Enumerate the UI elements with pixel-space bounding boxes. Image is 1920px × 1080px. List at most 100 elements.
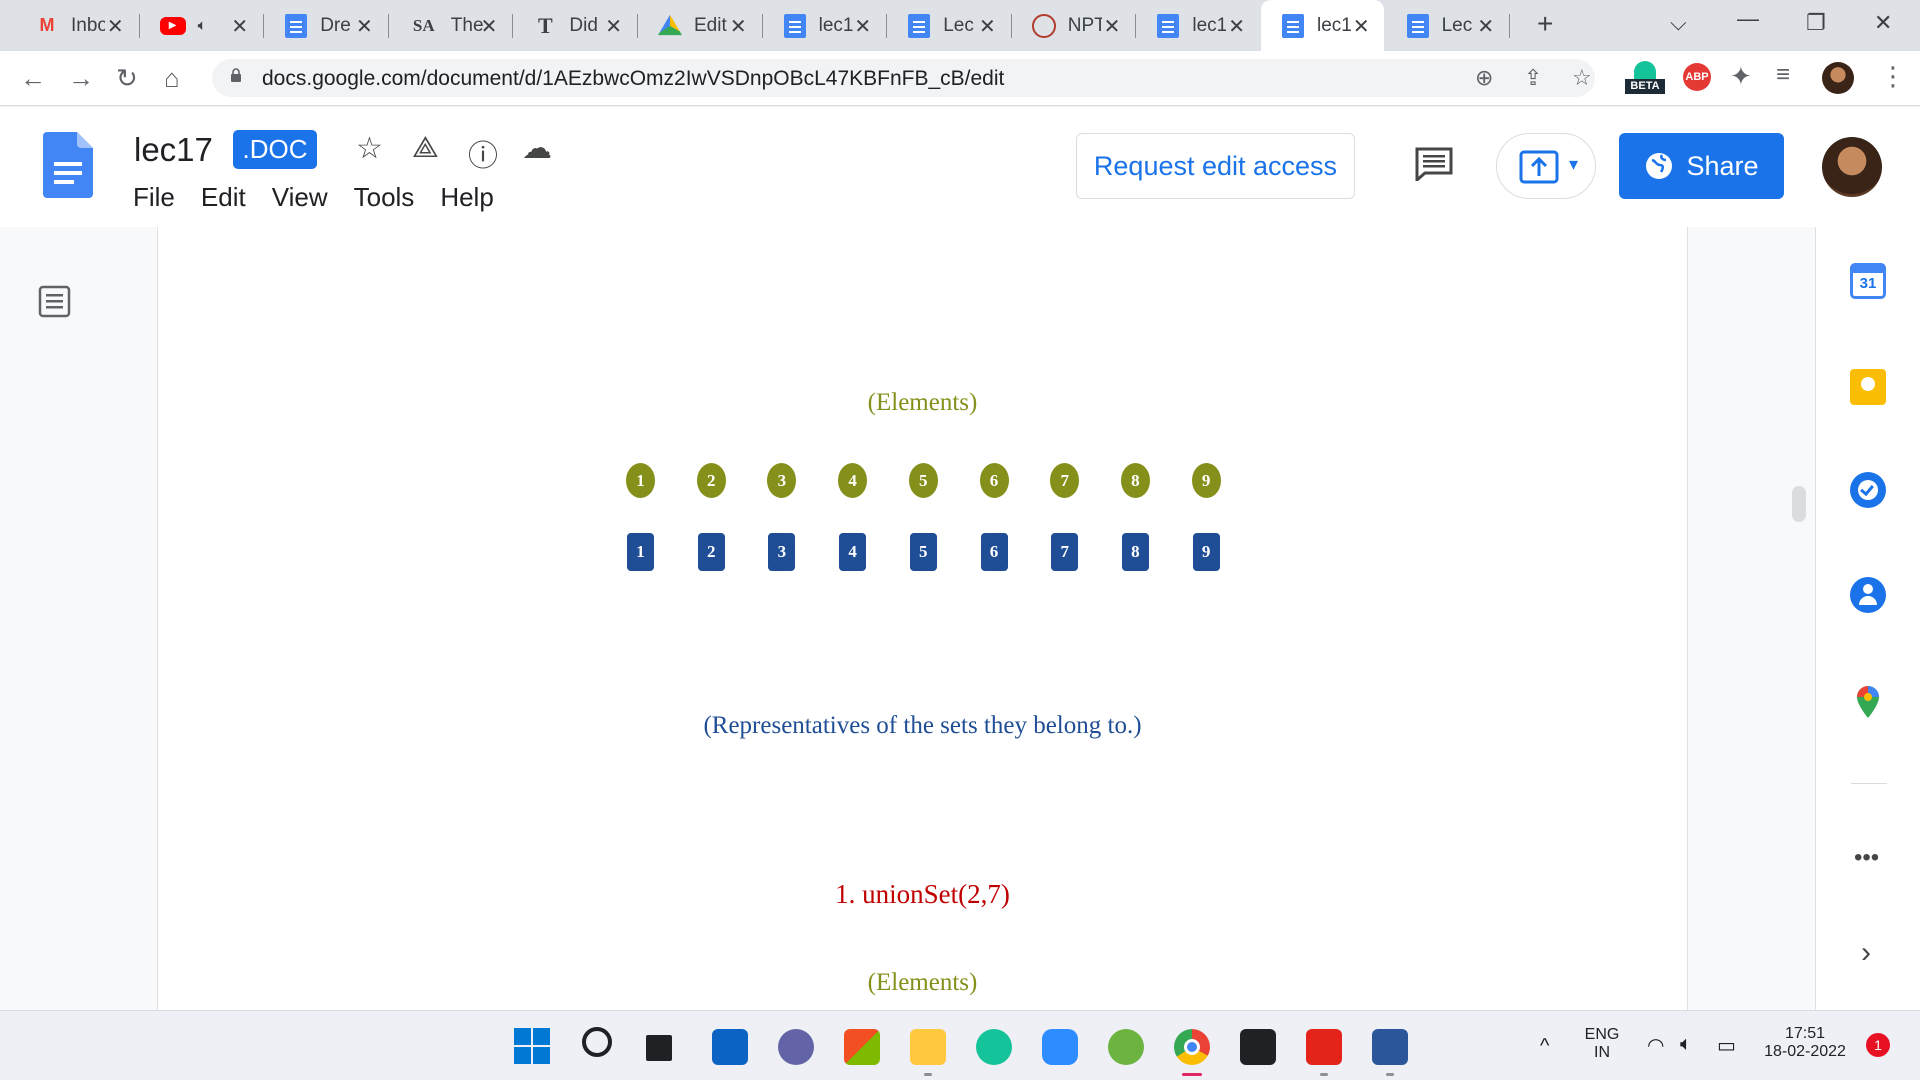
expand-panel-chevron-icon[interactable]: › [1861, 936, 1871, 970]
browser-tab[interactable]: Lec ✕ [887, 0, 1010, 51]
document-outline-icon[interactable] [38, 285, 71, 318]
close-tab-icon[interactable]: ✕ [605, 14, 622, 39]
calendar-icon[interactable]: 31 [1850, 263, 1886, 299]
menu-help[interactable]: Help [440, 182, 493, 213]
close-tab-icon[interactable]: ✕ [107, 14, 124, 39]
comment-history-icon[interactable] [1415, 147, 1453, 181]
language-code: ENG [1584, 1026, 1620, 1043]
wifi-icon[interactable]: ◠ [1647, 1033, 1664, 1058]
zoom-icon[interactable]: ⊕ [1475, 65, 1493, 91]
menu-file[interactable]: File [133, 182, 175, 213]
search-icon[interactable] [582, 1027, 612, 1057]
home-icon[interactable]: ⌂ [164, 63, 180, 94]
notification-badge[interactable]: 1 [1866, 1033, 1890, 1057]
task-view-icon[interactable] [646, 1035, 672, 1061]
close-tab-icon[interactable]: ✕ [231, 14, 248, 39]
close-tab-icon[interactable]: ✕ [1477, 14, 1494, 39]
menu-edit[interactable]: Edit [201, 182, 246, 213]
reload-icon[interactable]: ↻ [116, 63, 138, 94]
browser-tab[interactable]: Edit ✕ [638, 0, 761, 51]
menu-view[interactable]: View [272, 182, 328, 213]
close-window-button[interactable]: ✕ [1874, 10, 1892, 36]
music-app-icon[interactable] [1108, 1029, 1144, 1065]
hidden-icons-chevron-icon[interactable]: ^ [1540, 1035, 1549, 1058]
profile-avatar[interactable] [1822, 62, 1854, 94]
omnibox[interactable]: docs.google.com/document/d/1AEzbwcOmz2Iw… [212, 59, 1595, 97]
browser-tab[interactable]: ▶ 🔈︎ ✕ [140, 0, 263, 51]
file-explorer-icon[interactable] [910, 1029, 946, 1065]
browser-tab[interactable]: SA The ✕ [389, 0, 512, 51]
account-avatar[interactable] [1822, 137, 1882, 197]
docs-icon [1406, 13, 1430, 38]
new-tab-button[interactable]: + [1537, 8, 1553, 40]
document-title[interactable]: lec17 [134, 131, 213, 169]
clock[interactable]: 17:51 18-02-2022 [1760, 1025, 1850, 1061]
close-tab-icon[interactable]: ✕ [481, 14, 498, 39]
share-page-icon[interactable]: ⇪ [1524, 65, 1542, 91]
close-tab-icon[interactable]: ✕ [1228, 14, 1245, 39]
bookmark-star-icon[interactable]: ☆ [1572, 65, 1592, 91]
back-icon[interactable]: ← [20, 63, 46, 94]
clock-date: 18-02-2022 [1764, 1043, 1846, 1060]
widgets-icon[interactable] [712, 1029, 748, 1065]
restore-button[interactable]: ❐ [1806, 10, 1826, 36]
grammarly-beta-extension-icon[interactable]: BETA [1625, 59, 1665, 97]
keep-icon[interactable] [1850, 369, 1886, 405]
cloud-saved-icon[interactable]: ☁ [522, 131, 552, 166]
document-page[interactable]: (Elements) 1 2 3 4 5 6 7 8 9 1 2 3 4 5 6 7 8 9 (Represen… [157, 227, 1688, 1010]
menu-tools[interactable]: Tools [354, 182, 415, 213]
battery-icon[interactable]: ▭ [1717, 1033, 1736, 1058]
sticky-notes-icon[interactable] [1240, 1029, 1276, 1065]
close-tab-icon[interactable]: ✕ [1353, 14, 1370, 39]
volume-icon[interactable]: 🔈︎ [1680, 1033, 1692, 1056]
representative-square: 7 [1051, 533, 1079, 571]
close-tab-icon[interactable]: ✕ [979, 14, 996, 39]
tasks-icon[interactable] [1850, 472, 1886, 508]
present-dropdown-icon[interactable]: ▾ [1569, 154, 1578, 175]
language-indicator[interactable]: ENG IN [1582, 1026, 1622, 1062]
reading-list-icon[interactable]: ≡ [1776, 61, 1790, 89]
request-edit-access-button[interactable]: Request edit access [1076, 133, 1355, 199]
adblock-extension-icon[interactable]: ABP [1683, 63, 1711, 91]
muted-audio-icon[interactable]: 🔈︎ [198, 17, 207, 34]
contacts-icon[interactable] [1850, 577, 1886, 613]
maps-icon[interactable] [1850, 684, 1886, 720]
teams-chat-icon[interactable] [778, 1029, 814, 1065]
present-button[interactable]: ▾ [1496, 133, 1596, 199]
tab-search-chevron-icon[interactable]: ⌵ [1670, 10, 1687, 36]
grammarly-icon[interactable] [976, 1029, 1012, 1065]
representative-square: 5 [909, 533, 937, 571]
browser-tab[interactable]: Dre ✕ [264, 0, 387, 51]
element-circle: 7 [1050, 463, 1080, 498]
share-button[interactable]: Share [1619, 133, 1784, 199]
acrobat-icon[interactable] [1306, 1029, 1342, 1065]
close-tab-icon[interactable]: ✕ [730, 14, 747, 39]
close-tab-icon[interactable]: ✕ [1104, 14, 1121, 39]
microsoft-store-icon[interactable] [844, 1029, 880, 1065]
document-details-icon[interactable]: ⓘ [468, 131, 498, 175]
extensions-puzzle-icon[interactable]: ✦ [1730, 61, 1752, 92]
star-icon[interactable]: ☆ [356, 131, 383, 166]
minimize-button[interactable]: — [1737, 6, 1759, 32]
element-circle: 3 [767, 463, 797, 498]
close-tab-icon[interactable]: ✕ [356, 14, 373, 39]
google-docs-logo-icon[interactable] [43, 132, 93, 198]
browser-tab[interactable]: Lec ✕ [1386, 0, 1509, 51]
forward-icon[interactable]: → [68, 63, 94, 94]
windows-start-icon[interactable] [514, 1028, 550, 1064]
browser-tab[interactable]: lec1 ✕ [763, 0, 886, 51]
youtube-icon: ▶ [159, 16, 186, 35]
browser-tab[interactable]: lec1 ✕ [1136, 0, 1259, 51]
more-apps-icon[interactable]: ••• [1854, 844, 1879, 872]
menu-kebab-icon[interactable]: ⋮ [1880, 61, 1906, 92]
close-tab-icon[interactable]: ✕ [854, 14, 871, 39]
browser-tab[interactable]: lec1 ✕ [1261, 0, 1384, 51]
zoom-app-icon[interactable] [1042, 1029, 1078, 1065]
word-icon[interactable] [1372, 1029, 1408, 1065]
scrollbar-thumb[interactable] [1792, 486, 1806, 522]
chrome-icon[interactable] [1174, 1029, 1210, 1065]
browser-tab[interactable]: T Did ✕ [513, 0, 636, 51]
move-to-drive-icon[interactable]: ⟁ [412, 131, 439, 165]
browser-tab[interactable]: M Inbox✕ [15, 0, 138, 51]
browser-tab[interactable]: NPT ✕ [1012, 0, 1135, 51]
